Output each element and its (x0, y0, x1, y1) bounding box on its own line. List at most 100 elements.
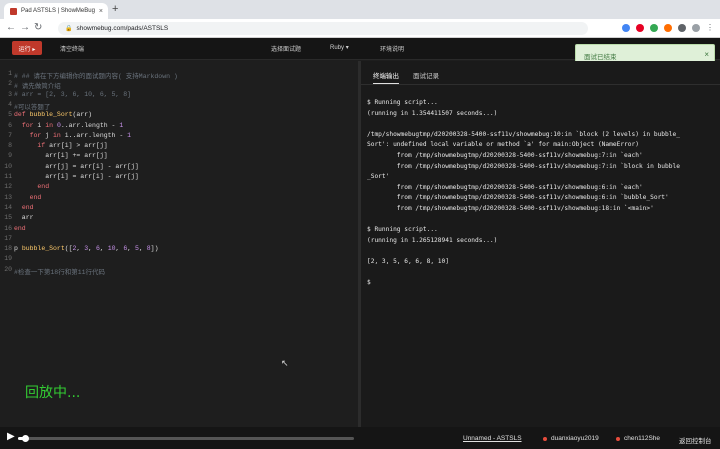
playback-progress[interactable] (18, 435, 354, 442)
terminal-line: from /tmp/showmebugtmp/d20200328-5400-ss… (367, 183, 643, 191)
terminal-line: [2, 3, 5, 6, 6, 8, 10] (367, 258, 449, 265)
code-text: if arr[i] > arr[j] (37, 142, 108, 150)
code-text: arr[i] = arr[i] - arr[j] (14, 173, 139, 180)
line-number: 13 (4, 193, 12, 201)
back-icon[interactable]: ← (6, 22, 16, 33)
code-line: 10 arr[j] = arr[i] - arr[j] (0, 163, 358, 173)
code-line: 9 arr[i] += arr[j] (0, 152, 358, 162)
code-line: 5 def bubble_Sort(arr) (0, 111, 358, 121)
code-line: 8 if arr[i] > arr[j] (0, 142, 358, 152)
terminal-line: Sort': undefined local variable or metho… (367, 141, 639, 149)
extension-icon[interactable] (664, 23, 672, 32)
pinterest-icon[interactable] (636, 23, 644, 32)
line-number: 5 (8, 111, 12, 119)
terminal-line: $ (367, 279, 371, 287)
extension-icon[interactable] (678, 23, 686, 32)
code-line: 7 for j in i..arr.length - 1 (0, 132, 358, 142)
code-text: # arr = [2, 3, 6, 10, 6, 5, 8] (14, 90, 132, 98)
toast-text: 面试已结束 (584, 54, 617, 61)
line-number: 7 (8, 131, 12, 139)
tab-close-icon[interactable]: × (99, 8, 103, 15)
code-text: end (21, 203, 34, 211)
participant-name: duanxiaoyu2019 (551, 435, 599, 442)
reload-icon[interactable]: ↻ (34, 22, 42, 33)
run-button[interactable]: 运行 ▸ (12, 41, 42, 55)
code-line: 11 arr[i] = arr[i] - arr[j] (0, 173, 358, 183)
terminal-line: (running in 1.265128941 seconds...) (367, 236, 498, 244)
code-line: 15 arr (0, 214, 358, 224)
code-line: 19 (0, 255, 358, 265)
tab-title: Pad ASTSLS | ShowMeBug (21, 8, 95, 14)
menu-icon[interactable]: ⋮ (706, 23, 714, 32)
terminal-line: from /tmp/showmebugtmp/d20200328-5400-ss… (367, 205, 654, 212)
code-line: 12 end (0, 183, 358, 193)
terminal-line: $ Running script... (367, 226, 438, 234)
tab-interview-record[interactable]: 面试记录 (413, 70, 439, 80)
pad-name-link[interactable]: Unnamed - ASTSLS (463, 435, 522, 442)
terminal-line: from /tmp/showmebugtmp/d20200328-5400-ss… (367, 162, 680, 170)
playback-bar: ▶ Unnamed - ASTSLS duanxiaoyu2019 chen11… (0, 427, 720, 449)
code-text: for i in 0..arr.length - 1 (21, 121, 124, 129)
code-line: 2 # 请先做简介绍 (0, 80, 358, 90)
line-number: 9 (8, 152, 12, 160)
extension-icon[interactable] (650, 23, 658, 32)
forward-icon[interactable]: → (20, 22, 30, 33)
terminal-line: /tmp/showmebugtmp/d20200328-5400-ssf11v/… (367, 130, 680, 138)
code-text: arr[j] = arr[i] - arr[j] (14, 162, 139, 170)
mouse-cursor-icon: ↖ (281, 358, 289, 368)
tab-terminal-output[interactable]: 终端输出 (373, 70, 399, 84)
code-text: for j in i..arr.length - 1 (29, 131, 132, 139)
code-line: 13 end (0, 194, 358, 204)
code-line: 20 #检查一下第18行和第11行代码 (0, 266, 358, 276)
browser-toolbar: ← → ↻ 🔒 showmebug.com/pads/ASTSLS ⋮ (0, 19, 720, 38)
line-number: 17 (4, 234, 12, 242)
line-number: 14 (4, 203, 12, 211)
extension-icons: ⋮ (622, 23, 714, 32)
favicon-icon (10, 7, 17, 15)
code-line: 14 end (0, 204, 358, 214)
line-number: 8 (8, 142, 12, 150)
participant: duanxiaoyu2019 (543, 435, 599, 442)
code-editor[interactable]: 1 # ## 请在下方编辑你的面试题内容( 支持Markdown ) 2 # 请先做简… (0, 61, 358, 427)
line-number: 4 (8, 100, 12, 108)
terminal-line: from /tmp/showmebugtmp/d20200328-5400-ss… (367, 194, 669, 202)
code-line: 16 end (0, 225, 358, 235)
code-text: #可以答题了 (14, 103, 51, 111)
code-text: # ## 请在下方编辑你的面试题内容( 支持Markdown ) (14, 73, 178, 80)
select-question-button[interactable]: 选择面试题 (271, 44, 301, 53)
line-number: 10 (4, 162, 12, 170)
play-icon[interactable]: ▶ (7, 431, 15, 442)
code-text: # 请先做简介绍 (14, 83, 61, 91)
browser-tab[interactable]: Pad ASTSLS | ShowMeBug × (4, 3, 108, 19)
line-number: 16 (4, 224, 12, 232)
progress-handle[interactable] (21, 435, 29, 442)
terminal-line: from /tmp/showmebugtmp/d20200328-5400-ss… (367, 152, 643, 159)
online-status-icon (543, 436, 547, 441)
terminal-panel: 终端输出 面试记录 $ Running script... (running in… (361, 61, 720, 427)
clear-terminal-button[interactable]: 清空终端 (60, 44, 84, 53)
back-to-console-button[interactable]: 返回控制台 (679, 435, 712, 445)
terminal-tabs: 终端输出 面试记录 (361, 61, 720, 85)
browser-tabstrip: Pad ASTSLS | ShowMeBug × + (0, 0, 720, 19)
url-text: showmebug.com/pads/ASTSLS (76, 25, 169, 32)
line-number: 3 (8, 90, 12, 98)
environment-info-button[interactable]: 环境说明 (380, 44, 404, 53)
line-number: 15 (4, 214, 12, 222)
toast-close-icon[interactable]: × (704, 50, 709, 59)
new-tab-button[interactable]: + (112, 3, 118, 15)
lock-icon: 🔒 (65, 26, 73, 32)
code-line: 3 # arr = [2, 3, 6, 10, 6, 5, 8] (0, 91, 358, 101)
extension-icon[interactable] (622, 23, 630, 32)
terminal-line: $ Running script... (367, 99, 438, 106)
line-number: 2 (8, 80, 12, 88)
code-text: end (14, 224, 26, 232)
code-text: arr[i] += arr[j] (14, 152, 108, 160)
code-line: 4 #可以答题了 (0, 101, 358, 111)
code-text: #检查一下第18行和第11行代码 (14, 268, 106, 276)
profile-avatar-icon[interactable] (692, 23, 700, 32)
code-text: p bubble_Sort([2, 3, 6, 10, 6, 5, 8]) (14, 245, 159, 253)
line-number: 12 (4, 183, 12, 191)
terminal-line: (running in 1.354411507 seconds...) (367, 109, 498, 117)
language-select[interactable]: Ruby ▾ (330, 44, 349, 51)
address-bar[interactable]: 🔒 showmebug.com/pads/ASTSLS (58, 22, 588, 35)
